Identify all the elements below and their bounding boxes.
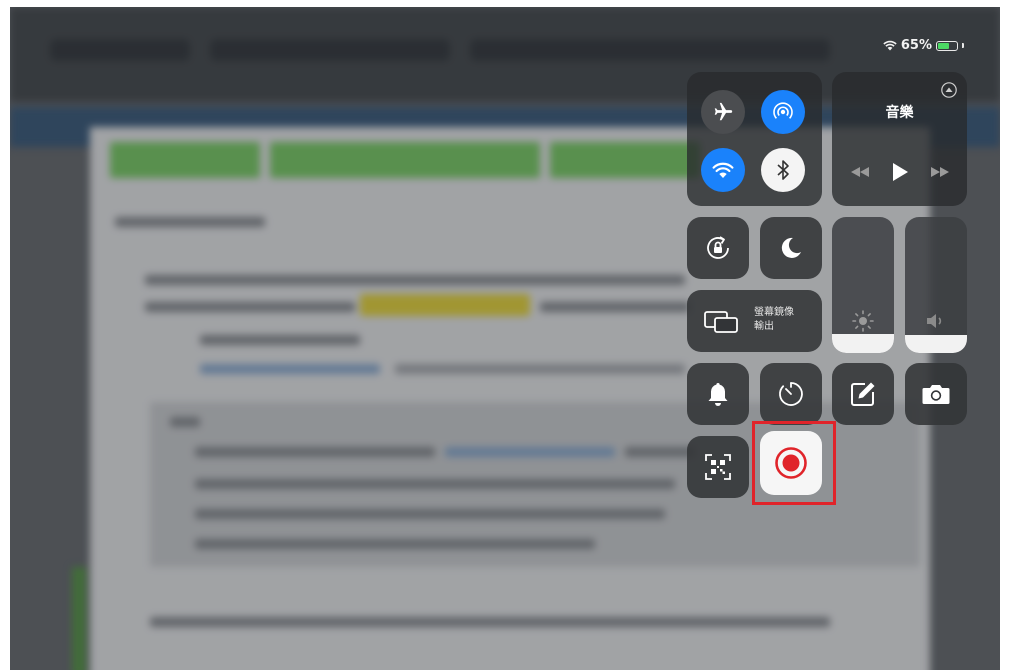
battery-percent: 65% (900, 38, 932, 53)
volume-slider[interactable] (905, 217, 967, 353)
brightness-slider[interactable] (832, 217, 894, 353)
timer-icon (779, 382, 803, 406)
rotation-lock-button[interactable] (687, 217, 749, 279)
rotation-lock-icon (707, 236, 729, 259)
play-icon[interactable] (891, 162, 909, 182)
notes-icon (851, 382, 875, 406)
screen-mirroring-button[interactable]: 螢幕鏡像 輸出 (687, 290, 822, 352)
wifi-toggle[interactable] (701, 148, 745, 192)
screen-mirroring-label-line1: 螢幕鏡像 (754, 307, 794, 318)
airplane-mode-toggle[interactable] (701, 90, 745, 134)
wifi-status-icon (883, 40, 897, 51)
brightness-icon (832, 309, 894, 333)
music-module[interactable]: 音樂 (832, 72, 967, 206)
rewind-icon[interactable] (849, 165, 871, 179)
airdrop-toggle[interactable] (761, 90, 805, 134)
do-not-disturb-icon (781, 237, 801, 258)
wifi-icon (712, 162, 734, 178)
qr-scanner-button[interactable] (687, 436, 749, 498)
brightness-slider-fill (832, 333, 894, 353)
music-controls (832, 162, 967, 182)
bluetooth-icon (777, 160, 789, 180)
battery-nub (962, 43, 964, 48)
battery-icon (936, 40, 958, 51)
screen-mirroring-label-line2: 輸出 (754, 321, 774, 332)
do-not-disturb-button[interactable] (760, 217, 822, 279)
alarm-button[interactable] (687, 363, 749, 425)
screen-record-highlight-box (752, 421, 836, 505)
fast-forward-icon[interactable] (929, 165, 951, 179)
notes-button[interactable] (832, 363, 894, 425)
timer-button[interactable] (760, 363, 822, 425)
screen-mirroring-icon (704, 311, 738, 333)
airdrop-icon (773, 102, 793, 119)
music-title: 音樂 (885, 105, 914, 121)
status-bar: 65% (883, 38, 964, 53)
bell-icon (708, 383, 728, 406)
battery-level-fill (938, 42, 950, 49)
screen-mirroring-label: 螢幕鏡像 輸出 (754, 306, 814, 334)
camera-button[interactable] (905, 363, 967, 425)
qr-scanner-icon (705, 454, 731, 480)
volume-slider-fill (905, 335, 967, 353)
airplay-icon[interactable] (941, 82, 957, 98)
camera-icon (922, 385, 950, 404)
volume-icon (905, 312, 967, 330)
airplane-icon (714, 102, 733, 121)
bluetooth-toggle[interactable] (761, 148, 805, 192)
connectivity-module (687, 72, 822, 206)
